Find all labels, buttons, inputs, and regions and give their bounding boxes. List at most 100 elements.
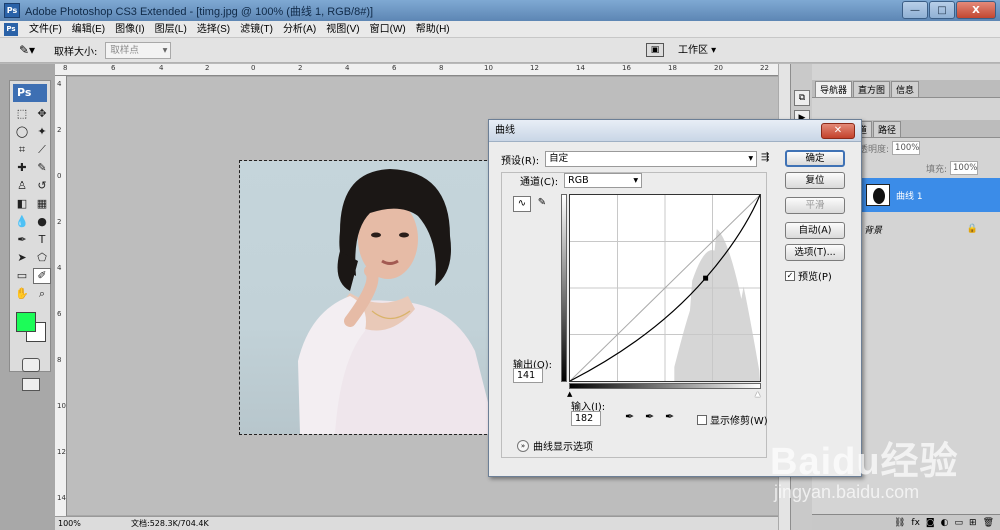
ruler-tick: 22	[760, 64, 769, 72]
ok-button[interactable]: 确定	[785, 150, 845, 167]
menu-view[interactable]: 视图(V)	[321, 21, 364, 38]
ruler-tick: 10	[57, 402, 66, 410]
pencil-draw-tool-icon[interactable]: ✎	[533, 196, 551, 212]
white-eyedropper-icon[interactable]: ✒	[665, 410, 674, 423]
marquee-tool-icon[interactable]: ⬚	[13, 106, 31, 122]
ruler-tick: 4	[57, 80, 62, 88]
eyedropper-tool-icon[interactable]: ✐	[33, 268, 51, 284]
brush-tool-icon[interactable]: ✎	[33, 160, 51, 176]
eyedropper-tool-preset-icon[interactable]: ✎▾	[14, 40, 40, 60]
output-input[interactable]: 141	[513, 368, 543, 383]
ruler-tick: 2	[205, 64, 210, 72]
expand-display-options-icon[interactable]: »	[517, 439, 529, 452]
foreground-color-swatch[interactable]	[16, 312, 36, 332]
menu-image[interactable]: 图像(I)	[110, 21, 149, 38]
crop-tool-icon[interactable]: ⌗	[13, 142, 31, 158]
magic-wand-tool-icon[interactable]: ✦	[33, 124, 51, 140]
ruler-tick: 12	[530, 64, 539, 72]
clone-stamp-tool-icon[interactable]: ♙	[13, 178, 31, 194]
black-eyedropper-icon[interactable]: ✒	[625, 410, 634, 423]
auto-button[interactable]: 自动(A)	[785, 222, 845, 239]
move-tool-icon[interactable]: ✥	[33, 106, 51, 122]
screen-mode-icon[interactable]	[22, 378, 40, 391]
close-button[interactable]: X	[956, 1, 996, 19]
eraser-tool-icon[interactable]: ◧	[13, 196, 31, 212]
curve-point-tool-icon[interactable]: ∿	[513, 196, 531, 212]
pen-tool-icon[interactable]: ✒	[13, 232, 31, 248]
menu-select[interactable]: 选择(S)	[192, 21, 235, 38]
tab-navigator[interactable]: 导航器	[815, 81, 853, 97]
trash-icon[interactable]: 🗑	[983, 518, 994, 528]
menu-filter[interactable]: 滤镜(T)	[235, 21, 278, 38]
maximize-button[interactable]: □	[929, 1, 955, 19]
menu-layer[interactable]: 图层(L)	[150, 21, 192, 38]
add-mask-icon[interactable]: ◙	[926, 518, 935, 528]
new-group-icon[interactable]: ▭	[955, 518, 964, 528]
reset-button[interactable]: 复位	[785, 172, 845, 189]
fill-input[interactable]: 100%	[950, 161, 978, 175]
history-brush-tool-icon[interactable]: ↺	[33, 178, 51, 194]
tab-info[interactable]: 信息	[891, 81, 920, 97]
dialog-close-button[interactable]: ✕	[821, 123, 855, 139]
healing-brush-tool-icon[interactable]: ✚	[13, 160, 31, 176]
blur-tool-icon[interactable]: 💧	[13, 214, 31, 230]
preset-options-icon[interactable]: ⇶	[761, 152, 769, 163]
black-point-slider-icon[interactable]: ▲	[567, 390, 572, 398]
slice-tool-icon[interactable]: ⟋	[33, 142, 51, 158]
hand-tool-icon[interactable]: ✋	[13, 286, 31, 302]
menu-edit[interactable]: 编辑(E)	[67, 21, 110, 38]
quick-mask-icon[interactable]	[22, 358, 40, 372]
adjustment-layer-icon[interactable]: ◐	[941, 518, 949, 528]
lock-icon: 🔒	[966, 224, 978, 234]
gradient-tool-icon[interactable]: ▦	[33, 196, 51, 212]
shape-tool-icon[interactable]: ⬠	[33, 250, 51, 266]
layer-style-icon[interactable]: fx	[911, 518, 920, 528]
tab-histogram[interactable]: 直方图	[853, 81, 891, 97]
show-clipping-checkbox[interactable]	[697, 414, 707, 425]
notes-tool-icon[interactable]: ▭	[13, 268, 31, 284]
dialog-title: 曲线	[495, 125, 515, 136]
input-input[interactable]: 182	[571, 411, 601, 426]
channel-row: 通道(C): RGB	[517, 173, 646, 188]
ruler-tick: 4	[345, 64, 350, 72]
white-point-slider-icon[interactable]: ▲	[755, 390, 760, 398]
tab-paths[interactable]: 路径	[873, 121, 902, 137]
ruler-tick: 8	[63, 64, 68, 72]
preview-checkbox[interactable]: ✓	[785, 270, 795, 281]
zoom-tool-icon[interactable]: ⌕	[33, 286, 51, 302]
show-clipping-row: 显示修剪(W)	[697, 412, 768, 427]
workspace-icon[interactable]: ▣	[646, 43, 664, 57]
tool-grid: ⬚ ✥ ◯ ✦ ⌗ ⟋ ✚ ✎ ♙ ↺ ◧ ▦ 💧 ● ✒ T ➤ ⬠ ▭ ✐ …	[10, 106, 51, 302]
sample-size-select[interactable]: 取样点	[105, 41, 172, 59]
dialog-title-bar[interactable]: 曲线 ✕	[489, 120, 861, 142]
gray-eyedropper-icon[interactable]: ✒	[645, 410, 654, 423]
options-button[interactable]: 选项(T)...	[785, 244, 845, 261]
ruler-tick: 18	[668, 64, 677, 72]
minimize-button[interactable]: —	[902, 1, 928, 19]
history-panel-icon[interactable]: ⧉	[794, 90, 810, 106]
document-image[interactable]	[239, 160, 497, 435]
dodge-tool-icon[interactable]: ●	[33, 214, 51, 230]
opacity-input[interactable]: 100%	[892, 141, 921, 155]
options-bar: ✎▾ 取样大小: 取样点	[0, 38, 1000, 63]
menu-file[interactable]: 文件(F)	[24, 21, 67, 38]
menu-help[interactable]: 帮助(H)	[411, 21, 455, 38]
document-icon[interactable]: Ps	[4, 22, 18, 36]
curves-graph-svg	[569, 194, 761, 382]
smooth-button[interactable]: 平滑	[785, 197, 845, 214]
preset-select[interactable]: 自定	[545, 151, 758, 167]
zoom-level[interactable]: 100%	[55, 519, 87, 528]
channel-select[interactable]: RGB	[564, 173, 643, 188]
ruler-tick: 6	[111, 64, 116, 72]
link-layers-icon[interactable]: ⛓	[894, 518, 905, 528]
curves-graph[interactable]	[569, 194, 761, 382]
menu-window[interactable]: 窗口(W)	[365, 21, 411, 38]
display-options-row: » 曲线显示选项	[517, 438, 593, 453]
lasso-tool-icon[interactable]: ◯	[13, 124, 31, 140]
type-tool-icon[interactable]: T	[33, 232, 51, 248]
new-layer-icon[interactable]: ⊞	[969, 518, 977, 528]
workspace-button[interactable]: 工作区	[670, 41, 722, 60]
ruler-top: 8 6 4 2 0 2 4 6 8 10 12 14 16 18 20 22	[55, 64, 778, 76]
path-selection-tool-icon[interactable]: ➤	[13, 250, 31, 266]
menu-analysis[interactable]: 分析(A)	[278, 21, 321, 38]
